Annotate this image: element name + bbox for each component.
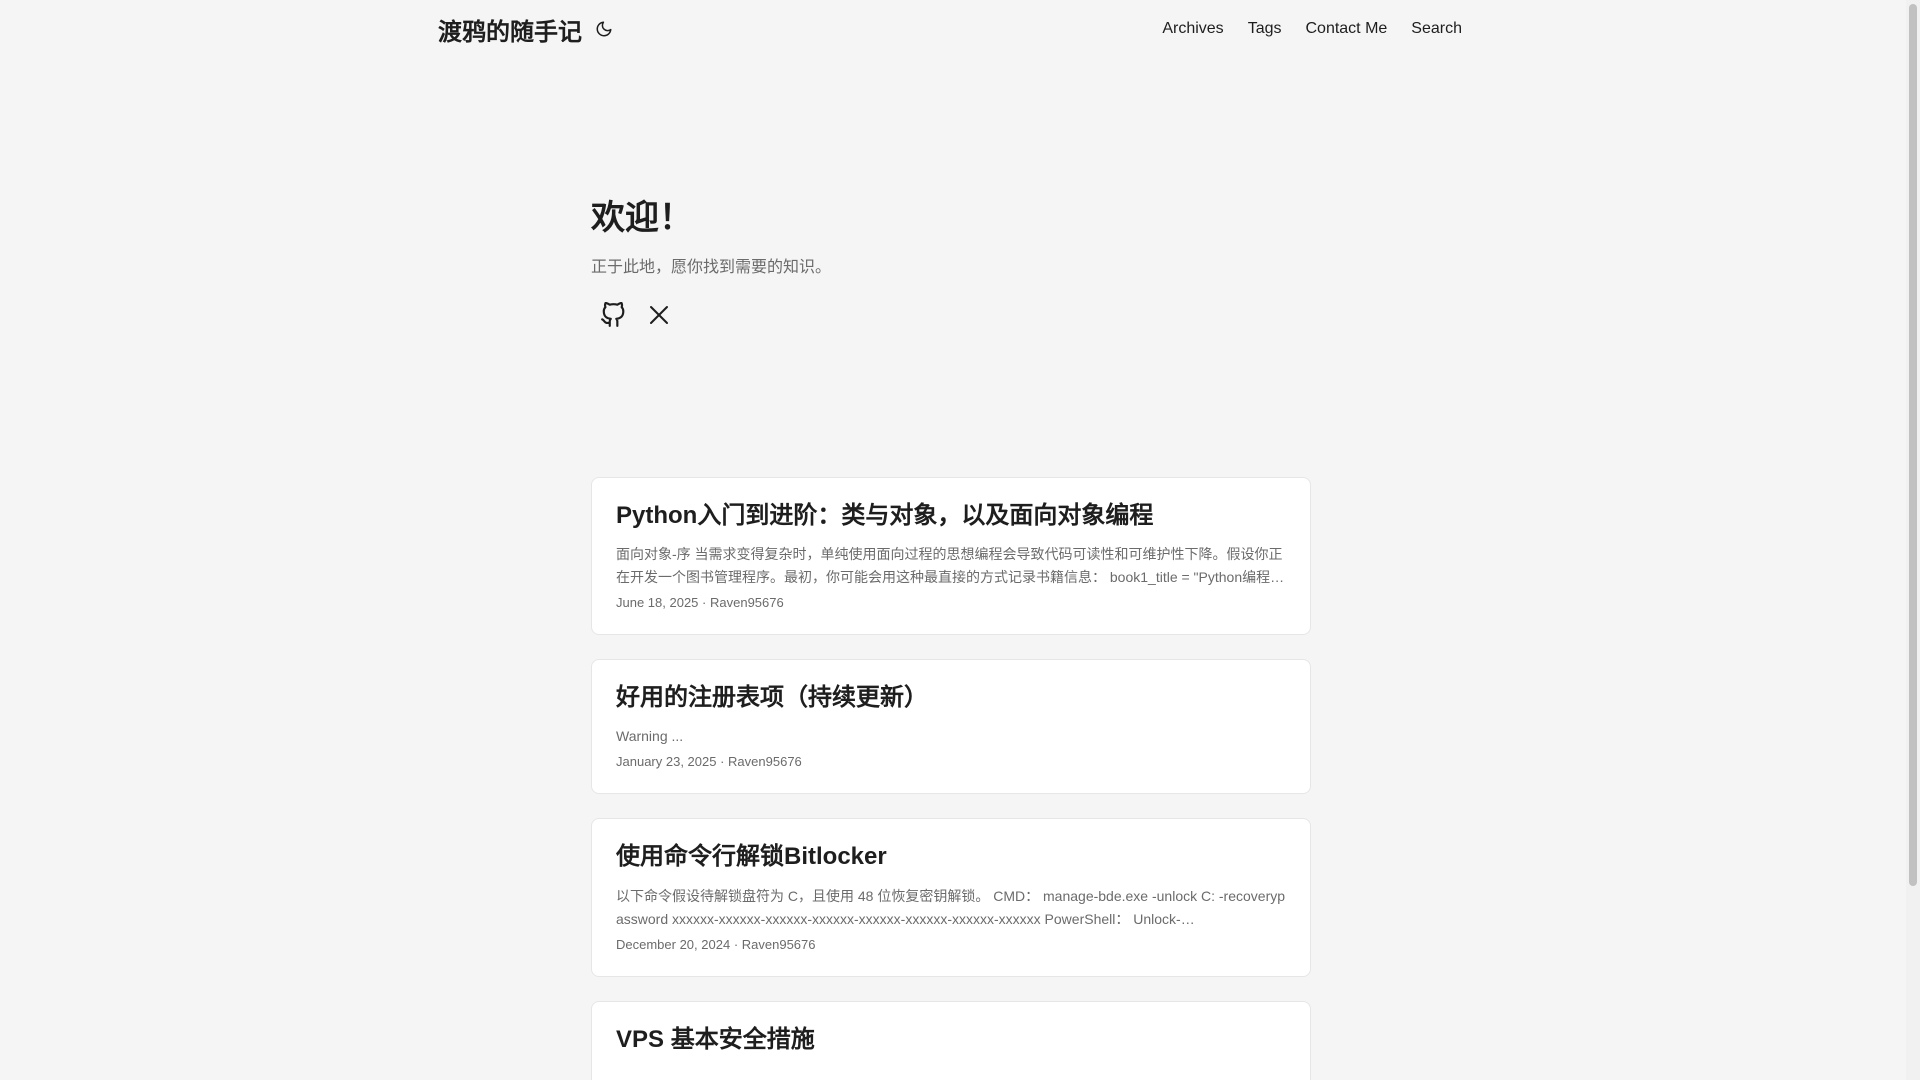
home-title: 欢迎！ [591,199,693,237]
post-excerpt: 面向对象-序 当需求变得复杂时，单纯使用面向过程的思想编程会导致代码可读性和可维… [616,546,1285,586]
post-date: June 18, 2025 [616,595,699,611]
nav-contact-me[interactable]: Contact Me [1305,20,1387,38]
post-meta: January 23, 2025 · Raven95676 [616,754,1286,769]
brand: 渡鸦的随手记 [438,12,616,47]
post-meta: June 18, 2025 · Raven95676 [616,595,1286,610]
github-link[interactable] [597,299,629,331]
home-info: 欢迎！ 正于此地，愿你找到需要的知识。 [591,190,1311,331]
github-icon [601,302,625,327]
nav-search[interactable]: Search [1411,20,1462,38]
post-meta: December 20, 2024 · Raven95676 [616,937,1286,952]
scrollbar[interactable] [1906,0,1920,1080]
meta-separator: · [733,936,742,952]
moon-icon [596,21,612,37]
scrollbar-thumb[interactable] [1909,4,1917,886]
site-header: 渡鸦的随手记 Archives Tags Contact Me Search [438,0,1462,58]
main-nav: Archives Tags Contact Me Search [1162,20,1462,38]
nav-tags[interactable]: Tags [1248,20,1282,38]
post-title[interactable]: 好用的注册表项（持续更新） [616,682,1286,713]
post-author: Raven95676 [728,754,802,770]
post-card[interactable]: 好用的注册表项（持续更新） Warning ... January 23, 20… [591,659,1311,795]
home-subtitle: 正于此地，愿你找到需要的知识。 [591,259,832,276]
nav-archives[interactable]: Archives [1162,20,1223,38]
post-author: Raven95676 [709,595,784,611]
post-card[interactable]: 使用命令行解锁Bitlocker 以下命令假设待解锁盘符为 C，且使用 48 位… [591,818,1311,977]
x-link[interactable] [643,299,675,331]
post-date: January 23, 2025 [616,754,717,770]
meta-separator: · [702,595,710,611]
post-date: December 20, 2024 [616,936,731,952]
post-author: Raven95676 [741,936,816,952]
page: 渡鸦的随手记 Archives Tags Contact Me Search 欢… [0,0,1920,1080]
post-card[interactable]: VPS 基本安全措施 [591,1000,1311,1080]
post-excerpt: Warning ... [616,728,684,745]
theme-toggle-button[interactable] [592,17,616,41]
meta-separator: · [720,754,729,770]
x-icon [650,306,668,324]
post-title[interactable]: 使用命令行解锁Bitlocker [616,841,1286,872]
social-icons [591,299,1311,331]
post-title[interactable]: VPS 基本安全措施 [616,1024,1286,1055]
post-excerpt: 以下命令假设待解锁盘符为 C，且使用 48 位恢复密钥解锁。 CMD： mana… [616,887,1286,927]
post-card[interactable]: Python入门到进阶：类与对象，以及面向对象编程 面向对象-序 当需求变得复杂… [591,477,1311,636]
post-title[interactable]: Python入门到进阶：类与对象，以及面向对象编程 [616,500,1286,531]
post-list: Python入门到进阶：类与对象，以及面向对象编程 面向对象-序 当需求变得复杂… [591,477,1311,1080]
site-title-link[interactable]: 渡鸦的随手记 [438,12,582,47]
